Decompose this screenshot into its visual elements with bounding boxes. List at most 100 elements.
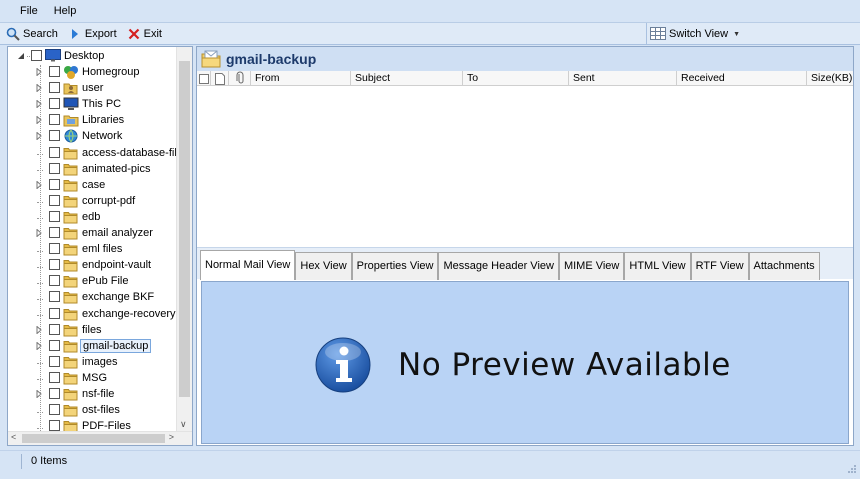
tree-item[interactable]: corrupt-pdf	[8, 193, 178, 209]
menu-file[interactable]: File	[12, 5, 46, 17]
expand-icon[interactable]	[35, 100, 43, 109]
tree-item[interactable]: images	[8, 354, 178, 370]
tree-item[interactable]: case	[8, 177, 178, 193]
tree-item-checkbox[interactable]	[49, 114, 60, 126]
expand-icon[interactable]	[35, 132, 43, 141]
tab-properties-view[interactable]: Properties View	[351, 252, 439, 280]
folder-icon	[63, 258, 78, 272]
tab-mime-view[interactable]: MIME View	[558, 252, 625, 280]
tree-vertical-scrollbar[interactable]: ∨	[176, 47, 192, 431]
tree-item-checkbox[interactable]	[49, 66, 60, 78]
search-button[interactable]: Search	[0, 24, 62, 44]
tree-item[interactable]: nsf-file	[8, 386, 178, 402]
tree-item[interactable]: animated-pics	[8, 161, 178, 177]
expand-icon[interactable]	[35, 180, 43, 189]
tree-item[interactable]: Network	[8, 128, 178, 144]
tree-item[interactable]: exchange-recovery	[8, 306, 178, 322]
column-from[interactable]: From	[251, 71, 351, 86]
tree-horizontal-scroll-thumb[interactable]	[22, 434, 165, 443]
expand-icon[interactable]	[35, 116, 43, 125]
tree-item-checkbox[interactable]	[49, 178, 60, 190]
tree-item[interactable]: endpoint-vault	[8, 257, 178, 273]
tree-item-checkbox[interactable]	[49, 98, 60, 110]
tree-item-checkbox[interactable]	[49, 323, 60, 335]
tree-item-checkbox[interactable]	[49, 146, 60, 158]
tree-item-checkbox[interactable]	[49, 275, 60, 287]
tree-item-checkbox[interactable]	[49, 227, 60, 239]
tree-item-checkbox[interactable]	[49, 82, 60, 94]
tree-item[interactable]: MSG	[8, 370, 178, 386]
tree-item[interactable]: email analyzer	[8, 225, 178, 241]
expand-icon[interactable]	[35, 389, 43, 398]
tab-hex-view[interactable]: Hex View	[295, 252, 352, 280]
column-sent[interactable]: Sent	[569, 71, 677, 86]
tab-normal-mail-view[interactable]: Normal Mail View	[200, 250, 296, 280]
column-received[interactable]: Received	[677, 71, 807, 86]
tree-item[interactable]: eml files	[8, 241, 178, 257]
tree-item[interactable]: gmail-backup	[8, 338, 178, 354]
scroll-down-icon[interactable]: ∨	[180, 419, 187, 430]
column-to[interactable]: To	[463, 71, 569, 86]
tree-item-checkbox[interactable]	[49, 355, 60, 367]
tree-item[interactable]: edb	[8, 209, 178, 225]
tree-item-checkbox[interactable]	[49, 291, 60, 303]
scroll-left-icon[interactable]: <	[11, 432, 16, 442]
tree-item[interactable]: user	[8, 80, 178, 96]
tree-item[interactable]: PDF-Files	[8, 418, 178, 431]
switch-view-dropdown[interactable]: Switch View ▼	[646, 23, 740, 45]
column-size[interactable]: Size(KB)	[807, 71, 853, 86]
tree-item-checkbox[interactable]	[31, 50, 42, 61]
tree-item-checkbox[interactable]	[49, 420, 60, 431]
type-column[interactable]	[211, 71, 229, 86]
tree-item-checkbox[interactable]	[49, 339, 60, 351]
expand-icon[interactable]	[35, 68, 43, 77]
tree-item[interactable]: Desktop	[8, 48, 178, 64]
expand-icon[interactable]	[35, 84, 43, 93]
tree-item-checkbox[interactable]	[49, 210, 60, 222]
tab-html-view[interactable]: HTML View	[624, 252, 691, 280]
select-all-column[interactable]	[197, 71, 211, 86]
tab-message-header-view[interactable]: Message Header View	[438, 252, 559, 280]
tree-item-checkbox[interactable]	[49, 130, 60, 142]
tree-item-checkbox[interactable]	[49, 194, 60, 206]
collapse-icon[interactable]	[17, 52, 25, 60]
tree-item-checkbox[interactable]	[49, 387, 60, 399]
tree-item[interactable]: This PC	[8, 96, 178, 112]
attachment-column[interactable]	[229, 71, 251, 86]
tree-item-checkbox[interactable]	[49, 243, 60, 255]
expand-icon[interactable]	[35, 341, 43, 350]
tree-item-checkbox[interactable]	[49, 307, 60, 319]
view-tabs-bar: Normal Mail View Hex View Properties View M…	[197, 247, 853, 280]
mail-list[interactable]	[197, 87, 853, 245]
tree-item[interactable]: Libraries	[8, 112, 178, 128]
tree-vertical-scroll-thumb[interactable]	[179, 61, 190, 397]
search-icon	[6, 27, 20, 41]
tree-horizontal-scrollbar[interactable]: < >	[8, 431, 192, 445]
tree-item[interactable]: exchange BKF	[8, 289, 178, 305]
tree-item-checkbox[interactable]	[49, 259, 60, 271]
tree-item-label: corrupt-pdf	[82, 194, 136, 207]
resize-grip-icon[interactable]	[845, 464, 857, 476]
tree-item[interactable]: ePub File	[8, 273, 178, 289]
tree-item-label: edb	[82, 210, 101, 223]
tree-item-checkbox[interactable]	[49, 371, 60, 383]
tree-item-label: Homegroup	[82, 66, 140, 79]
export-button[interactable]: Export	[62, 24, 121, 44]
menu-help[interactable]: Help	[46, 5, 85, 17]
scroll-right-icon[interactable]: >	[169, 432, 174, 442]
tree-item[interactable]: access-database-file	[8, 145, 178, 161]
expand-icon[interactable]	[35, 325, 43, 334]
folder-tree[interactable]: Desktop Homegroup user This PC Libraries Netw…	[7, 46, 193, 446]
tree-item-checkbox[interactable]	[49, 162, 60, 174]
expand-icon[interactable]	[35, 229, 43, 238]
tree-connector	[35, 277, 43, 285]
tree-item[interactable]: ost-files	[8, 402, 178, 418]
chevron-down-icon: ▼	[733, 30, 741, 38]
tree-item[interactable]: files	[8, 322, 178, 338]
tab-rtf-view[interactable]: RTF View	[690, 252, 749, 280]
column-subject[interactable]: Subject	[351, 71, 463, 86]
tree-item[interactable]: Homegroup	[8, 64, 178, 80]
tree-item-checkbox[interactable]	[49, 404, 60, 416]
exit-button[interactable]: Exit	[121, 24, 166, 44]
tab-attachments[interactable]: Attachments	[748, 252, 820, 280]
